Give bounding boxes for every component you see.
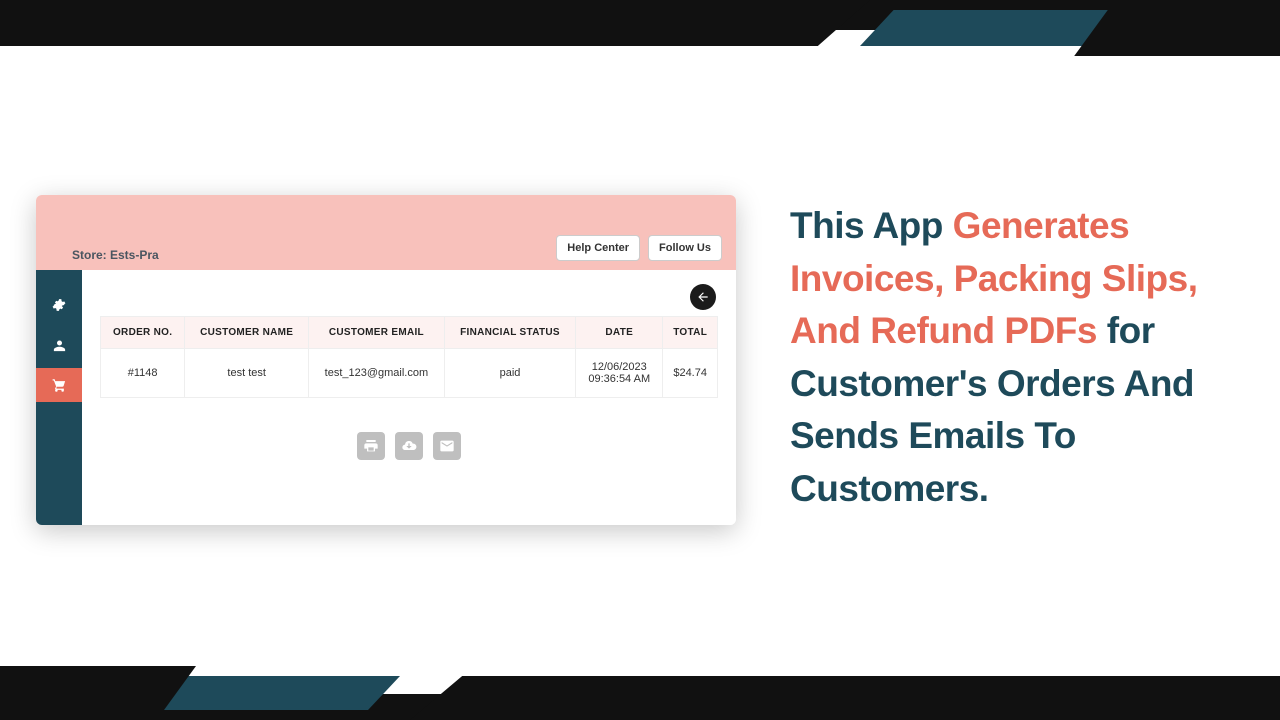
col-order-no: ORDER NO. (101, 317, 185, 349)
hero-text: This App Generates Invoices, Packing Sli… (790, 200, 1240, 515)
arrow-left-icon (696, 290, 710, 304)
mail-icon (439, 438, 455, 454)
user-icon (52, 338, 67, 353)
app-header: Store: Ests-Pra Help Center Follow Us (36, 195, 736, 270)
nav-customers[interactable] (36, 328, 82, 362)
orders-table: ORDER NO. CUSTOMER NAME CUSTOMER EMAIL F… (100, 316, 718, 398)
email-button[interactable] (433, 432, 461, 460)
app-screenshot: Store: Ests-Pra Help Center Follow Us OR… (36, 195, 736, 525)
action-bar (100, 432, 718, 460)
follow-us-button[interactable]: Follow Us (648, 235, 722, 261)
cell-total: $24.74 (663, 349, 718, 398)
hero-part1: This App (790, 205, 953, 246)
cell-order-no: #1148 (101, 349, 185, 398)
print-button[interactable] (357, 432, 385, 460)
table-row[interactable]: #1148 test test test_123@gmail.com paid … (101, 349, 718, 398)
header-buttons: Help Center Follow Us (556, 235, 722, 261)
col-date: DATE (576, 317, 663, 349)
col-financial-status: FINANCIAL STATUS (444, 317, 575, 349)
print-icon (363, 438, 379, 454)
cart-icon (52, 378, 67, 393)
cell-customer-email: test_123@gmail.com (309, 349, 445, 398)
col-customer-email: CUSTOMER EMAIL (309, 317, 445, 349)
sidebar (36, 270, 82, 525)
content-panel: ORDER NO. CUSTOMER NAME CUSTOMER EMAIL F… (82, 270, 736, 525)
download-button[interactable] (395, 432, 423, 460)
col-total: TOTAL (663, 317, 718, 349)
cell-date-line1: 12/06/2023 (582, 361, 656, 373)
cell-financial-status: paid (444, 349, 575, 398)
col-customer-name: CUSTOMER NAME (185, 317, 309, 349)
top-bar-left-notch (0, 0, 870, 46)
help-center-button[interactable]: Help Center (556, 235, 640, 261)
back-button[interactable] (690, 284, 716, 310)
cell-customer-name: test test (185, 349, 309, 398)
nav-orders[interactable] (36, 368, 82, 402)
cell-date-line2: 09:36:54 AM (582, 373, 656, 385)
cloud-download-icon (401, 438, 417, 454)
bottom-bar-right-notch (410, 676, 1280, 720)
nav-settings[interactable] (36, 288, 82, 322)
cell-date: 12/06/2023 09:36:54 AM (576, 349, 663, 398)
back-row (100, 284, 716, 310)
gear-icon (52, 298, 66, 312)
store-label: Store: Ests-Pra (72, 248, 159, 262)
